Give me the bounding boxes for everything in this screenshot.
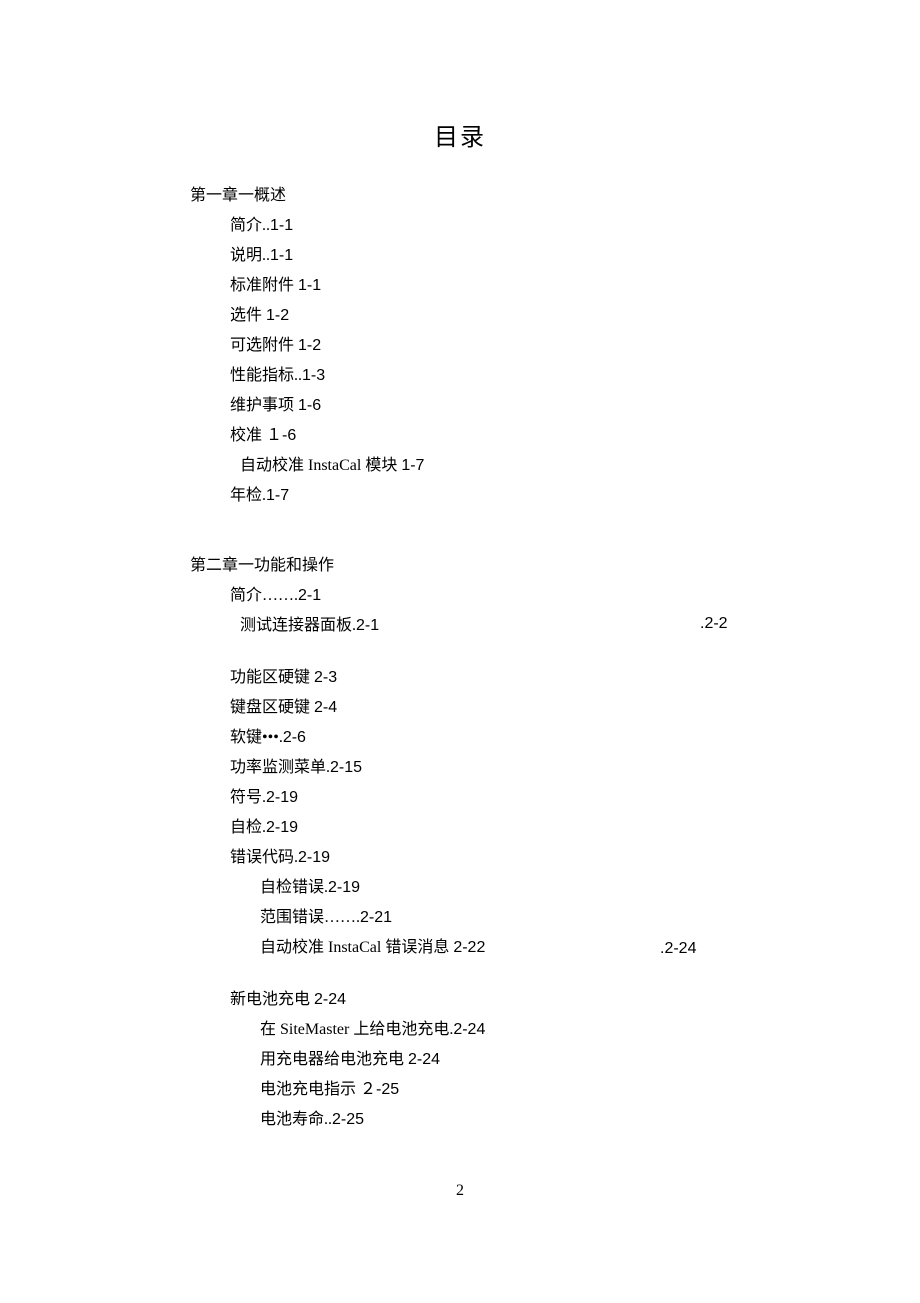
entry-page: 1-1 bbox=[270, 217, 293, 234]
toc-entry: 电池寿命..2-25 bbox=[260, 1108, 920, 1132]
entry-sep: .. bbox=[262, 247, 270, 264]
entry-label: 简介 bbox=[230, 217, 262, 234]
entry-page: 2-24 bbox=[408, 1051, 440, 1068]
entry-label: 自动校准 InstaCal 模块 bbox=[240, 457, 397, 474]
toc-entry: 功率监测菜单.2-15 bbox=[230, 756, 920, 780]
entry-page: 2-6 bbox=[283, 729, 306, 746]
entry-page: 2-24 bbox=[314, 991, 346, 1008]
entry-page: 1-1 bbox=[298, 277, 321, 294]
toc-title: 目录 bbox=[0, 120, 920, 156]
entry-sep: .. bbox=[324, 1111, 332, 1128]
entry-label: 软键 bbox=[230, 729, 262, 746]
entry-page: 2-21 bbox=[360, 909, 392, 926]
entry-label: 自检错误 bbox=[260, 879, 324, 896]
toc-entry: 符号.2-19 bbox=[230, 786, 920, 810]
toc-entry: 在 SiteMaster 上给电池充电.2-24 bbox=[260, 1018, 920, 1042]
chapter-2-header: 第二章一功能和操作 bbox=[190, 554, 920, 578]
entry-page: 2-24 bbox=[453, 1021, 485, 1038]
orphan-page-ref: .2-2 bbox=[700, 612, 728, 636]
entry-label: 自动校准 InstaCal 错误消息 bbox=[260, 939, 449, 956]
entry-page: 1-3 bbox=[302, 367, 325, 384]
toc-entry: 软键•••.2-6 bbox=[230, 726, 920, 750]
entry-label: 说明 bbox=[230, 247, 262, 264]
toc-entry: 测试连接器面板.2-1 bbox=[240, 614, 920, 638]
entry-sep: ……. bbox=[324, 909, 360, 926]
entry-label: 符号 bbox=[230, 789, 262, 806]
toc-entry: 范围错误…….2-21 bbox=[260, 906, 920, 930]
entry-page: 2-19 bbox=[266, 819, 298, 836]
toc-entry: 自动校准 InstaCal 错误消息 2-22 bbox=[260, 936, 920, 960]
entry-label: 错误代码 bbox=[230, 849, 294, 866]
entry-page: 1-6 bbox=[298, 397, 321, 414]
entry-label: 年检 bbox=[230, 487, 262, 504]
entry-label: 校准 bbox=[230, 427, 262, 444]
entry-label: 用充电器给电池充电 bbox=[260, 1051, 404, 1068]
toc-entry: 性能指标..1-3 bbox=[230, 364, 920, 388]
entry-sep: •••. bbox=[262, 729, 283, 746]
entry-label: 功能区硬键 bbox=[230, 669, 310, 686]
entry-label: 自检 bbox=[230, 819, 262, 836]
chapter-1-header: 第一章一概述 bbox=[190, 184, 920, 208]
entry-label: 电池充电指示 bbox=[260, 1081, 356, 1098]
entry-page: 1-1 bbox=[270, 247, 293, 264]
entry-page: 2-22 bbox=[453, 939, 485, 956]
toc-entry: 功能区硬键 2-3 bbox=[230, 666, 920, 690]
entry-sep: ……. bbox=[262, 587, 298, 604]
entry-page: 2-19 bbox=[266, 789, 298, 806]
entry-page: 1-7 bbox=[401, 457, 424, 474]
entry-page: 2-1 bbox=[356, 617, 379, 634]
toc-entry: 自检.2-19 bbox=[230, 816, 920, 840]
entry-label: 在 SiteMaster 上给电池充电 bbox=[260, 1021, 449, 1038]
entry-page: 2-25 bbox=[332, 1111, 364, 1128]
toc-entry: 标准附件 1-1 bbox=[230, 274, 920, 298]
entry-page: 1-7 bbox=[266, 487, 289, 504]
entry-label: 性能指标 bbox=[230, 367, 294, 384]
entry-label: 范围错误 bbox=[260, 909, 324, 926]
entry-label: 维护事项 bbox=[230, 397, 294, 414]
toc-entry: 自检错误.2-19 bbox=[260, 876, 920, 900]
entry-page: 2-4 bbox=[314, 699, 337, 716]
toc-entry: 维护事项 1-6 bbox=[230, 394, 920, 418]
entry-page: 2-3 bbox=[314, 669, 337, 686]
toc-entry: 新电池充电 2-24 bbox=[230, 988, 920, 1012]
toc-entry: 说明..1-1 bbox=[230, 244, 920, 268]
toc-entry: 校准 １-6 bbox=[230, 424, 920, 448]
entry-sep: .. bbox=[262, 217, 270, 234]
toc-entry: 简介..1-1 bbox=[230, 214, 920, 238]
entry-label: 测试连接器面板 bbox=[240, 617, 352, 634]
entry-label: 新电池充电 bbox=[230, 991, 310, 1008]
orphan-page-ref: .2-24 bbox=[660, 937, 696, 961]
toc-entry: 用充电器给电池充电 2-24 bbox=[260, 1048, 920, 1072]
toc-entry: 错误代码.2-19 bbox=[230, 846, 920, 870]
entry-page: 1-2 bbox=[266, 307, 289, 324]
entry-page: 2-15 bbox=[330, 759, 362, 776]
entry-page: １-6 bbox=[266, 427, 296, 444]
toc-entry: 键盘区硬键 2-4 bbox=[230, 696, 920, 720]
entry-page: ２-25 bbox=[360, 1081, 399, 1098]
toc-entry: 电池充电指示 ２-25 bbox=[260, 1078, 920, 1102]
entry-label: 可选附件 bbox=[230, 337, 294, 354]
entry-page: 2-19 bbox=[328, 879, 360, 896]
entry-page: 1-2 bbox=[298, 337, 321, 354]
entry-sep: .. bbox=[294, 367, 302, 384]
entry-page: 2-19 bbox=[298, 849, 330, 866]
entry-label: 标准附件 bbox=[230, 277, 294, 294]
toc-entry: 选件 1-2 bbox=[230, 304, 920, 328]
page-number: 2 bbox=[0, 1179, 920, 1203]
toc-entry: 可选附件 1-2 bbox=[230, 334, 920, 358]
entry-label: 简介 bbox=[230, 587, 262, 604]
entry-label: 电池寿命 bbox=[260, 1111, 324, 1128]
document-page: 目录 第一章一概述 简介..1-1 说明..1-1 标准附件 1-1 选件 1-… bbox=[0, 0, 920, 1303]
toc-entry: 简介…….2-1 bbox=[230, 584, 920, 608]
entry-label: 功率监测菜单 bbox=[230, 759, 326, 776]
toc-entry: 自动校准 InstaCal 模块 1-7 bbox=[240, 454, 920, 478]
entry-page: 2-1 bbox=[298, 587, 321, 604]
toc-entry: 年检.1-7 bbox=[230, 484, 920, 508]
entry-label: 选件 bbox=[230, 307, 262, 324]
entry-label: 键盘区硬键 bbox=[230, 699, 310, 716]
